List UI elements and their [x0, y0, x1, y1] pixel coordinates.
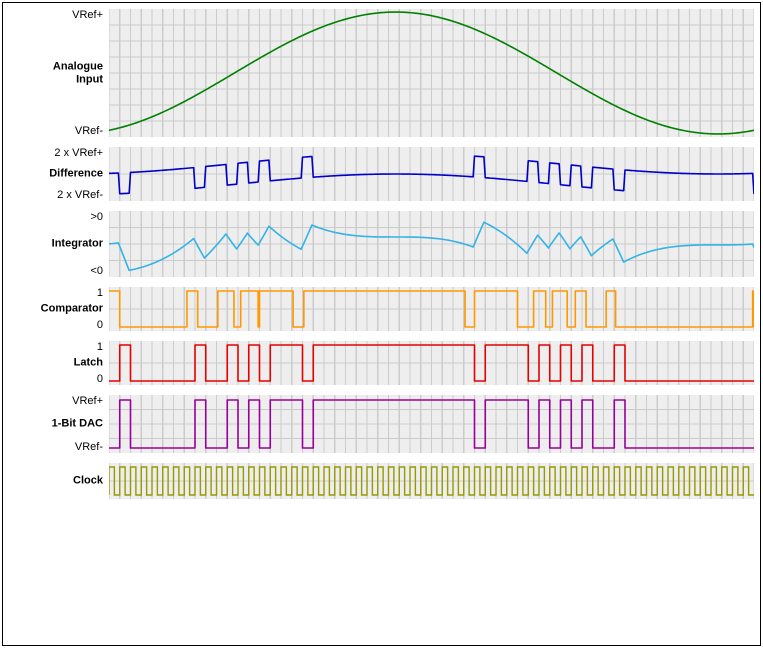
ylabel-top: >0: [9, 211, 103, 223]
labels-analogue: VRef+ AnalogueInput VRef-: [9, 9, 109, 137]
panel-analogue: VRef+ AnalogueInput VRef-: [9, 9, 754, 137]
panel-comparator: 1 Comparator 0: [9, 287, 754, 331]
ylabel-top: 1: [9, 341, 103, 353]
panel-dac: VRef+ 1-Bit DAC VRef-: [9, 395, 754, 453]
panel-clock: Clock: [9, 463, 754, 499]
ylabel-top: VRef+: [9, 9, 103, 21]
labels-difference: 2 x VRef+ Difference 2 x VRef-: [9, 147, 109, 201]
labels-clock: Clock: [9, 463, 109, 499]
panel-title: Latch: [74, 357, 103, 370]
panel-title: Clock: [73, 475, 103, 488]
ylabel-bot: 0: [9, 373, 103, 385]
labels-comparator: 1 Comparator 0: [9, 287, 109, 331]
labels-latch: 1 Latch 0: [9, 341, 109, 385]
panel-title: AnalogueInput: [53, 60, 103, 85]
plot-latch: [109, 341, 754, 385]
ylabel-bot: <0: [9, 265, 103, 277]
plot-comparator: [109, 287, 754, 331]
panel-integrator: >0 Integrator <0: [9, 211, 754, 277]
panel-title: Integrator: [52, 238, 103, 251]
labels-integrator: >0 Integrator <0: [9, 211, 109, 277]
ylabel-bot: VRef-: [9, 441, 103, 453]
panel-title: Difference: [49, 168, 103, 181]
panel-title: Comparator: [41, 303, 103, 316]
panel-difference: 2 x VRef+ Difference 2 x VRef-: [9, 147, 754, 201]
ylabel-top: 1: [9, 287, 103, 299]
ylabel-bot: 0: [9, 319, 103, 331]
panel-title: 1-Bit DAC: [52, 418, 103, 431]
ylabel-bot: 2 x VRef-: [9, 189, 103, 201]
plot-clock: [109, 463, 754, 499]
panel-latch: 1 Latch 0: [9, 341, 754, 385]
labels-dac: VRef+ 1-Bit DAC VRef-: [9, 395, 109, 453]
ylabel-top: 2 x VRef+: [9, 147, 103, 159]
ylabel-top: VRef+: [9, 395, 103, 407]
plot-difference: [109, 147, 754, 201]
diagram-frame: VRef+ AnalogueInput VRef- 2 x VRef+ Differen…: [2, 2, 761, 646]
panels-container: VRef+ AnalogueInput VRef- 2 x VRef+ Differen…: [9, 9, 754, 499]
plot-dac: [109, 395, 754, 453]
ylabel-bot: VRef-: [9, 125, 103, 137]
plot-analogue: [109, 9, 754, 137]
plot-integrator: [109, 211, 754, 277]
